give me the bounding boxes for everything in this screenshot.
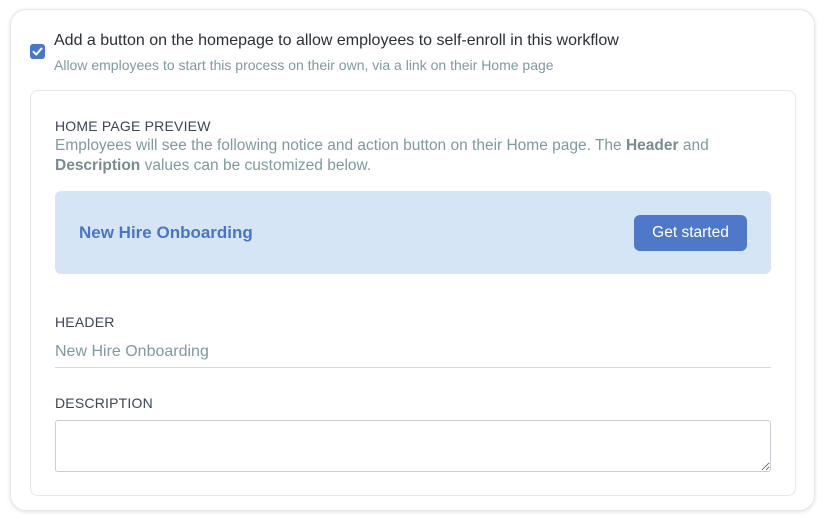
preview-description-text: values can be customized below. bbox=[140, 157, 372, 174]
home-page-notice-banner: New Hire Onboarding Get started bbox=[55, 191, 771, 274]
description-field-label: DESCRIPTION bbox=[55, 395, 153, 411]
self-enroll-option-title[interactable]: Add a button on the homepage to allow em… bbox=[54, 32, 619, 50]
checkmark-icon bbox=[32, 47, 43, 56]
description-textarea[interactable] bbox=[55, 420, 771, 472]
home-page-preview-panel: HOME PAGE PREVIEW Employees will see the… bbox=[30, 90, 796, 496]
self-enroll-option-subtitle: Allow employees to start this process on… bbox=[54, 57, 554, 73]
preview-description: Employees will see the following notice … bbox=[55, 136, 765, 176]
header-field-label: HEADER bbox=[55, 314, 115, 330]
get-started-button[interactable]: Get started bbox=[634, 215, 747, 251]
self-enroll-settings-card: Add a button on the homepage to allow em… bbox=[10, 9, 815, 511]
header-input[interactable] bbox=[55, 336, 771, 368]
preview-description-header-bold: Header bbox=[625, 137, 679, 154]
preview-heading: HOME PAGE PREVIEW bbox=[55, 118, 211, 134]
self-enroll-checkbox[interactable] bbox=[30, 44, 45, 59]
banner-title: New Hire Onboarding bbox=[79, 223, 253, 242]
preview-description-text: and bbox=[678, 137, 709, 154]
preview-description-description-bold: Description bbox=[55, 157, 141, 174]
preview-description-text: Employees will see the following notice … bbox=[55, 137, 626, 154]
